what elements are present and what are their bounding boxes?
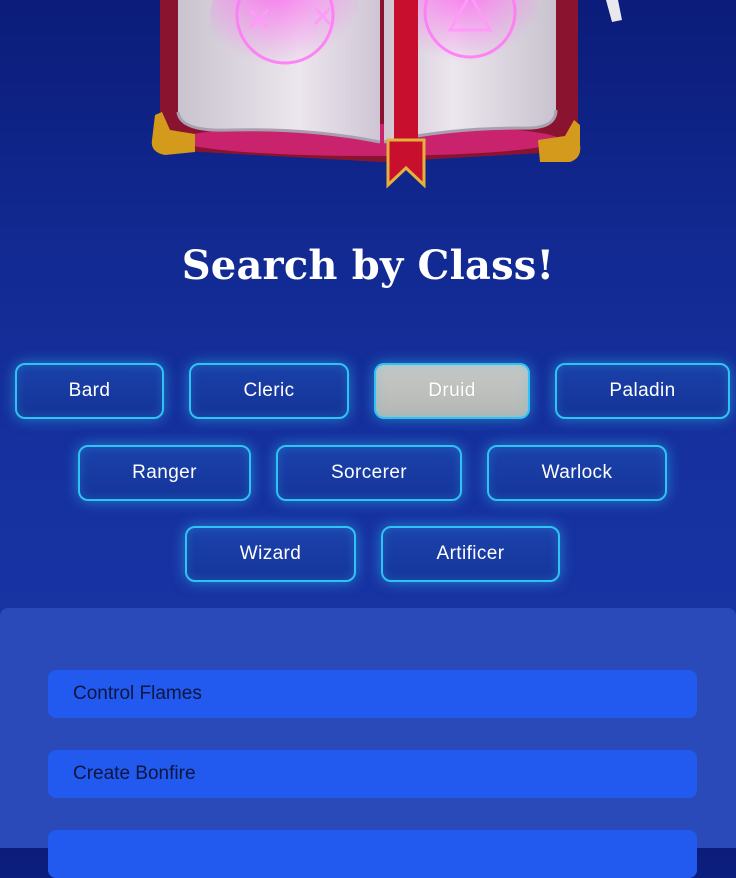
page-title: Search by Class! [181, 242, 555, 289]
spell-result-item[interactable]: Create Bonfire [48, 750, 697, 798]
spell-results-panel: Control Flames Create Bonfire [0, 608, 736, 878]
class-button-sorcerer[interactable]: Sorcerer [276, 445, 462, 501]
spell-result-item[interactable]: Control Flames [48, 670, 697, 718]
class-button-bard[interactable]: Bard [15, 363, 164, 419]
class-button-wizard[interactable]: Wizard [185, 526, 356, 582]
class-button-druid[interactable]: Druid [374, 363, 530, 419]
class-button-warlock[interactable]: Warlock [487, 445, 667, 501]
class-button-artificer[interactable]: Artificer [381, 526, 560, 582]
class-button-paladin[interactable]: Paladin [555, 363, 730, 419]
class-button-ranger[interactable]: Ranger [78, 445, 251, 501]
spell-result-item[interactable] [48, 830, 697, 878]
spellbook-illustration [151, 0, 622, 189]
class-button-cleric[interactable]: Cleric [189, 363, 349, 419]
